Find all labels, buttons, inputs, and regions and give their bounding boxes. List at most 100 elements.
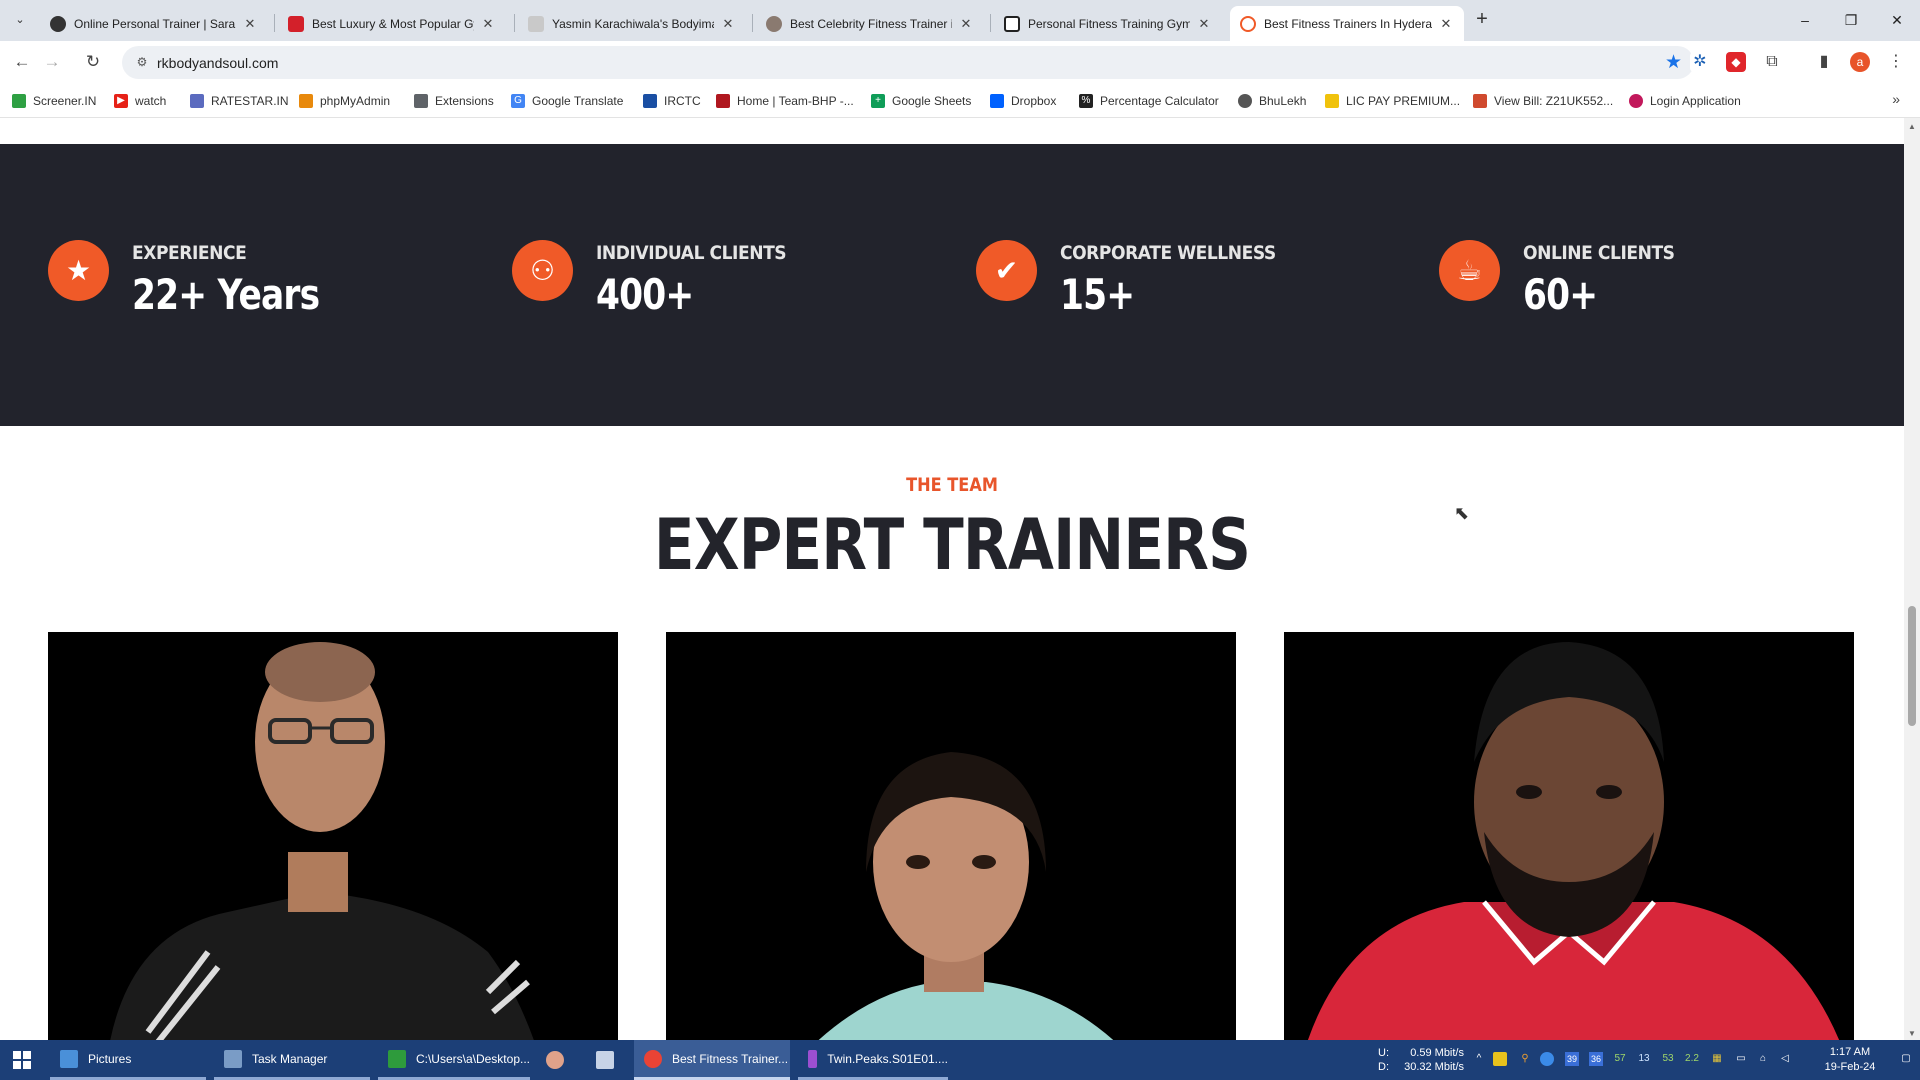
trainer-portrait-image (1284, 632, 1854, 1040)
clock-time: 1:17 AM (1829, 1046, 1871, 1058)
tab[interactable]: Personal Fitness Training Gym in ✕ (994, 6, 1222, 41)
close-icon[interactable]: ✕ (958, 16, 974, 32)
restore-button[interactable]: ❐ (1836, 8, 1866, 32)
download-rate: 30.32 Mbit/s (1404, 1061, 1464, 1073)
bookmark-item[interactable]: G Google Translate (511, 92, 623, 110)
tab-title: Personal Fitness Training Gym in (1028, 16, 1190, 31)
close-icon[interactable]: ✕ (480, 16, 496, 32)
trainer-portrait-image (666, 632, 1236, 1040)
notification-icon[interactable]: ▢ (1898, 1052, 1914, 1066)
bookmark-item[interactable]: Extensions (414, 92, 494, 110)
stat-label: EXPERIENCE (132, 242, 247, 264)
reload-button[interactable]: ↻ (81, 50, 105, 74)
bookmark-item[interactable]: IRCTC (643, 92, 701, 110)
globe-icon (1238, 94, 1252, 108)
chevron-up-icon[interactable]: ^ (1472, 1052, 1486, 1066)
bookmarks-overflow-icon[interactable]: » (1892, 91, 1900, 107)
bookmark-item[interactable]: BhuLekh (1238, 92, 1306, 110)
temperature-badge: 36 (1589, 1052, 1603, 1066)
scrollbar[interactable]: ▲ ▼ (1904, 118, 1920, 1040)
site-info-icon[interactable]: ⚙ (134, 54, 150, 70)
bookmark-label: View Bill: Z21UK552... (1494, 94, 1614, 108)
close-icon[interactable]: ✕ (1438, 16, 1454, 32)
bookmark-item[interactable]: Dropbox (990, 92, 1056, 110)
taskbar-item[interactable]: Task Manager (214, 1040, 370, 1080)
favicon-icon (50, 15, 66, 32)
bookmark-item[interactable]: View Bill: Z21UK552... (1473, 92, 1613, 110)
extension-icon[interactable]: ✲ (1690, 52, 1710, 72)
taskbar-item[interactable]: Pictures (50, 1040, 206, 1080)
taskbar-label: C:\Users\a\Desktop... (415, 1051, 530, 1066)
bookmark-item[interactable]: Home | Team-BHP -... (716, 92, 854, 110)
bookmark-item[interactable]: Screener.IN (12, 92, 96, 110)
scroll-up-icon[interactable]: ▲ (1904, 122, 1920, 131)
puzzle-icon (414, 94, 428, 108)
tab[interactable]: Best Celebrity Fitness Trainer in ✕ (756, 6, 984, 41)
document-icon[interactable] (596, 1051, 614, 1069)
scroll-down-icon[interactable]: ▼ (1904, 1029, 1920, 1038)
network-meter: U: D: (1378, 1046, 1389, 1080)
login-icon (1629, 94, 1643, 108)
volume-icon[interactable]: ◁ (1778, 1052, 1792, 1066)
taskbar-item-active[interactable]: Best Fitness Trainer... (634, 1040, 790, 1080)
side-panel-icon[interactable]: ▮ (1814, 52, 1834, 72)
bookmark-item[interactable]: ▶ watch (114, 92, 166, 110)
search-tray-icon[interactable]: ⚲ (1518, 1052, 1532, 1066)
tray-app-icon[interactable]: ▦ (1710, 1052, 1724, 1066)
trainer-photo[interactable] (48, 632, 618, 1040)
bookmark-label: Dropbox (1011, 94, 1057, 108)
globe-icon[interactable] (1540, 1052, 1554, 1066)
menu-kebab-icon[interactable]: ⋮ (1886, 52, 1906, 72)
network-rates: 0.59 Mbit/s 30.32 Mbit/s (1398, 1046, 1464, 1080)
url-text[interactable]: rkbodyandsoul.com (157, 55, 278, 71)
app-pinned-icon[interactable] (546, 1051, 564, 1069)
close-icon[interactable]: ✕ (720, 16, 736, 32)
tray-app-icon[interactable] (1493, 1052, 1507, 1066)
windows-start-icon[interactable] (13, 1051, 31, 1069)
scrollbar-thumb[interactable] (1908, 606, 1916, 726)
minimize-button[interactable]: – (1790, 8, 1820, 32)
close-icon[interactable]: ✕ (242, 16, 258, 32)
bookmark-item[interactable]: phpMyAdmin (299, 92, 390, 110)
bookmark-label: Extensions (435, 94, 494, 108)
back-button[interactable]: ← (10, 50, 34, 74)
bookmark-item[interactable]: Login Application (1629, 92, 1741, 110)
tab[interactable]: Best Luxury & Most Popular Gym ✕ (278, 6, 506, 41)
tray-number: 57 (1614, 1053, 1626, 1064)
avatar[interactable]: a (1850, 52, 1870, 72)
puzzle-icon[interactable]: ⧉ (1762, 52, 1782, 72)
page-viewport: ★ EXPERIENCE 22+ Years ⚇ INDIVIDUAL CLIE… (0, 118, 1904, 1040)
address-bar[interactable]: ⚙ rkbodyandsoul.com ★ (122, 46, 1694, 79)
bookmark-star-icon[interactable]: ★ (1665, 51, 1682, 74)
tab-title: Best Luxury & Most Popular Gym (312, 16, 474, 31)
bookmark-item[interactable]: RATESTAR.IN (190, 92, 289, 110)
tab-search-button[interactable]: ⌄ (8, 8, 32, 32)
tab[interactable]: Yasmin Karachiwala's Bodyimage ✕ (518, 6, 746, 41)
tab-active[interactable]: Best Fitness Trainers In Hyderabad ✕ (1230, 6, 1464, 41)
tab[interactable]: Online Personal Trainer | Sarah ✕ (40, 6, 268, 41)
close-window-button[interactable]: ✕ (1882, 8, 1912, 32)
favicon-icon (1240, 15, 1256, 32)
tab-separator (514, 14, 515, 32)
network-icon[interactable]: ⌂ (1756, 1052, 1770, 1066)
stat-label: INDIVIDUAL CLIENTS (596, 242, 787, 264)
taskbar-item[interactable]: Twin.Peaks.S01E01.... (798, 1040, 948, 1080)
trainer-photo[interactable] (666, 632, 1236, 1040)
new-tab-button[interactable]: + (1470, 8, 1494, 32)
stat-value: 400+ (596, 270, 694, 319)
bookmark-item[interactable]: % Percentage Calculator (1079, 92, 1219, 110)
clock[interactable]: 1:17 AM 19-Feb-24 (1808, 1045, 1892, 1080)
bookmark-label: phpMyAdmin (320, 94, 391, 108)
trainer-photo[interactable] (1284, 632, 1854, 1040)
forward-button[interactable]: → (40, 50, 64, 74)
battery-icon[interactable]: ▭ (1734, 1052, 1748, 1066)
shield-icon[interactable]: ◆ (1726, 52, 1746, 72)
tray-number: 2.2 (1685, 1053, 1699, 1064)
bookmark-item[interactable]: + Google Sheets (871, 92, 971, 110)
close-icon[interactable]: ✕ (1196, 16, 1212, 32)
bookmark-item[interactable]: LIC PAY PREMIUM... (1325, 92, 1460, 110)
upload-rate: 0.59 Mbit/s (1410, 1047, 1464, 1059)
taskbar-item[interactable]: C:\Users\a\Desktop... (378, 1040, 530, 1080)
tray-number: 53 (1662, 1053, 1674, 1064)
stats-section: ★ EXPERIENCE 22+ Years ⚇ INDIVIDUAL CLIE… (0, 144, 1904, 426)
